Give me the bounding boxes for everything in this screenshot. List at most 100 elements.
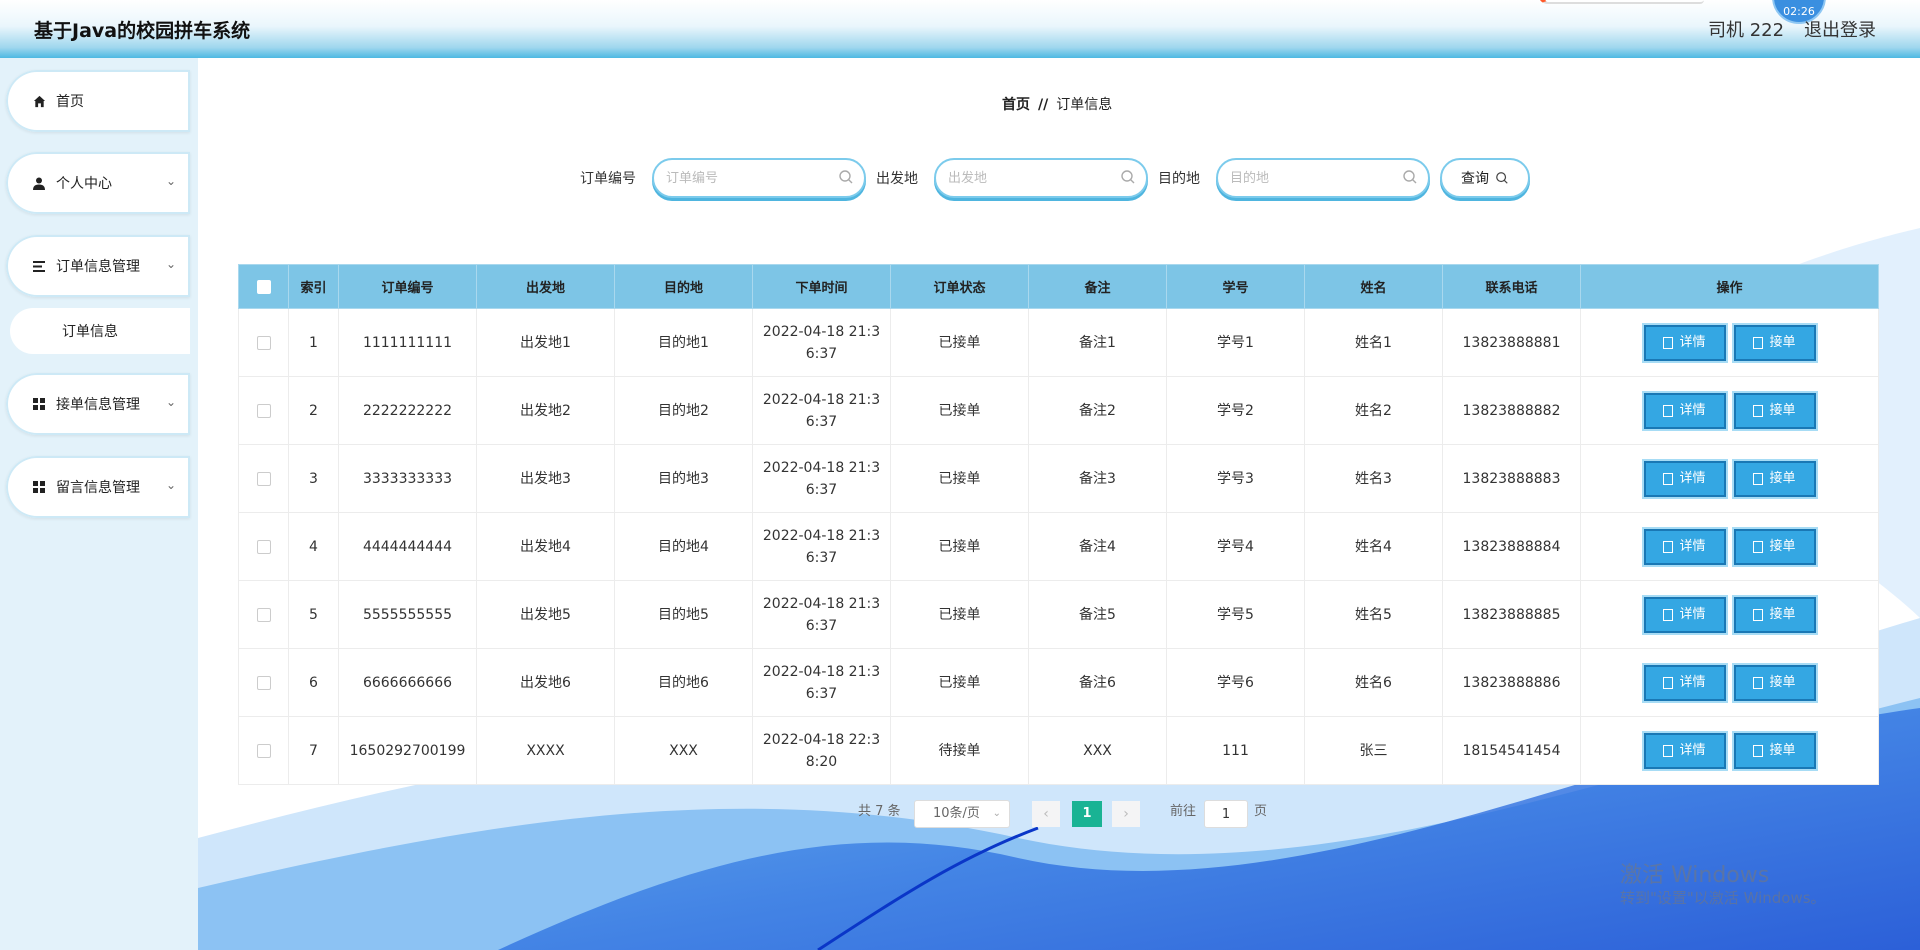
select-all-checkbox[interactable] xyxy=(257,280,271,294)
search-icon xyxy=(1402,169,1418,185)
table-row: 44444444444出发地4目的地42022-04-18 21:36:37已接… xyxy=(239,513,1879,581)
prev-page-button[interactable]: ‹ xyxy=(1032,801,1060,827)
row-checkbox[interactable] xyxy=(257,472,271,486)
accept-button[interactable]: 接单 xyxy=(1734,529,1816,565)
page-1-button[interactable]: 1 xyxy=(1072,801,1102,827)
page-size-select[interactable]: 10条/页 ⌄ xyxy=(914,800,1010,828)
detail-button[interactable]: 详情 xyxy=(1644,461,1726,497)
cell-dest: 目的地6 xyxy=(615,649,753,717)
logout-button[interactable]: 退出登录 xyxy=(1804,16,1876,42)
table-row: 55555555555出发地5目的地52022-04-18 21:36:37已接… xyxy=(239,581,1879,649)
column-header: 目的地 xyxy=(615,265,753,309)
document-icon xyxy=(1753,745,1763,757)
search-icon xyxy=(1120,169,1136,185)
sidebar-item-label: 接单信息管理 xyxy=(56,394,140,414)
order-time-line2: 6:37 xyxy=(753,547,890,569)
cell-status: 待接单 xyxy=(891,717,1029,785)
order-no-input[interactable] xyxy=(666,168,836,188)
accept-button[interactable]: 接单 xyxy=(1734,665,1816,701)
accept-button[interactable]: 接单 xyxy=(1734,325,1816,361)
document-icon xyxy=(1663,541,1673,553)
sidebar-item-personal-center[interactable]: 个人中心 ⌄ xyxy=(6,152,190,214)
row-checkbox[interactable] xyxy=(257,404,271,418)
document-icon xyxy=(1753,473,1763,485)
cell-note: 备注1 xyxy=(1029,309,1167,377)
windows-watermark-title: 激活 Windows xyxy=(1620,857,1769,889)
sidebar-item-order-management[interactable]: 订单信息管理 ⌄ xyxy=(6,235,190,297)
cell-dest: 目的地2 xyxy=(615,377,753,445)
row-checkbox[interactable] xyxy=(257,676,271,690)
detail-button[interactable]: 详情 xyxy=(1644,325,1726,361)
sidebar-item-home[interactable]: 首页 xyxy=(6,70,190,132)
sidebar-item-accept-management[interactable]: 接单信息管理 ⌄ xyxy=(6,373,190,435)
cell-name: 姓名5 xyxy=(1305,581,1443,649)
column-header: 索引 xyxy=(289,265,339,309)
sidebar-item-label: 个人中心 xyxy=(56,173,112,193)
detail-button[interactable]: 详情 xyxy=(1644,733,1726,769)
dest-input[interactable] xyxy=(1230,168,1400,188)
query-button[interactable]: 查询 xyxy=(1440,158,1530,198)
cell-student-no: 111 xyxy=(1167,717,1305,785)
cell-time: 2022-04-18 21:36:37 xyxy=(753,581,891,649)
breadcrumb-home[interactable]: 首页 xyxy=(1002,97,1030,113)
cell-time: 2022-04-18 21:36:37 xyxy=(753,377,891,445)
next-page-button[interactable]: › xyxy=(1112,801,1140,827)
cell-note: 备注3 xyxy=(1029,445,1167,513)
cell-status: 已接单 xyxy=(891,513,1029,581)
column-header: 下单时间 xyxy=(753,265,891,309)
accept-button[interactable]: 接单 xyxy=(1734,393,1816,429)
sidebar-item-label: 首页 xyxy=(56,91,84,111)
cell-student-no: 学号1 xyxy=(1167,309,1305,377)
cell-order-no: 2222222222 xyxy=(339,377,477,445)
cell-origin: XXXX xyxy=(477,717,615,785)
order-time-line2: 8:20 xyxy=(753,751,890,773)
page-size-value: 10条/页 xyxy=(933,806,980,821)
sidebar-item-message-management[interactable]: 留言信息管理 ⌄ xyxy=(6,456,190,518)
order-table: 索引订单编号出发地目的地下单时间订单状态备注学号姓名联系电话操作 1111111… xyxy=(238,264,1879,785)
user-icon xyxy=(32,176,46,190)
cell-origin: 出发地4 xyxy=(477,513,615,581)
document-icon xyxy=(1753,541,1763,553)
cell-actions: 详情接单 xyxy=(1581,309,1879,377)
top-partial-input[interactable] xyxy=(1538,0,1704,4)
document-icon xyxy=(1663,677,1673,689)
cell-dest: XXX xyxy=(615,717,753,785)
cell-index: 2 xyxy=(289,377,339,445)
cell-actions: 详情接单 xyxy=(1581,377,1879,445)
accept-button[interactable]: 接单 xyxy=(1734,733,1816,769)
detail-button[interactable]: 详情 xyxy=(1644,665,1726,701)
chevron-down-icon: ⌄ xyxy=(166,257,176,271)
detail-button[interactable]: 详情 xyxy=(1644,597,1726,633)
accept-button[interactable]: 接单 xyxy=(1734,597,1816,633)
sidebar-subitem-order-info[interactable]: 订单信息 xyxy=(10,308,190,354)
detail-button[interactable]: 详情 xyxy=(1644,393,1726,429)
row-checkbox[interactable] xyxy=(257,608,271,622)
app-title: 基于Java的校园拼车系统 xyxy=(34,16,250,43)
breadcrumb: 首页//订单信息 xyxy=(1002,94,1112,114)
order-time-line1: 2022-04-18 21:3 xyxy=(753,661,890,683)
document-icon xyxy=(1663,745,1673,757)
goto-label: 前往 xyxy=(1170,800,1196,819)
chevron-down-icon: ⌄ xyxy=(166,395,176,409)
detail-button[interactable]: 详情 xyxy=(1644,529,1726,565)
table-row: 66666666666出发地6目的地62022-04-18 21:36:37已接… xyxy=(239,649,1879,717)
detail-button-label: 详情 xyxy=(1679,604,1705,626)
row-checkbox[interactable] xyxy=(257,336,271,350)
row-checkbox[interactable] xyxy=(257,540,271,554)
goto-page-input[interactable] xyxy=(1204,800,1248,828)
cell-time: 2022-04-18 21:36:37 xyxy=(753,649,891,717)
cell-note: XXX xyxy=(1029,717,1167,785)
order-no-label: 订单编号 xyxy=(580,168,636,188)
column-header: 联系电话 xyxy=(1443,265,1581,309)
cell-time: 2022-04-18 21:36:37 xyxy=(753,513,891,581)
cell-phone: 13823888884 xyxy=(1443,513,1581,581)
accept-button[interactable]: 接单 xyxy=(1734,461,1816,497)
row-checkbox[interactable] xyxy=(257,744,271,758)
cell-order-no: 3333333333 xyxy=(339,445,477,513)
dest-search-box xyxy=(1216,158,1430,198)
cell-index: 1 xyxy=(289,309,339,377)
document-icon xyxy=(1753,677,1763,689)
cell-status: 已接单 xyxy=(891,309,1029,377)
origin-input[interactable] xyxy=(948,168,1118,188)
cell-note: 备注6 xyxy=(1029,649,1167,717)
